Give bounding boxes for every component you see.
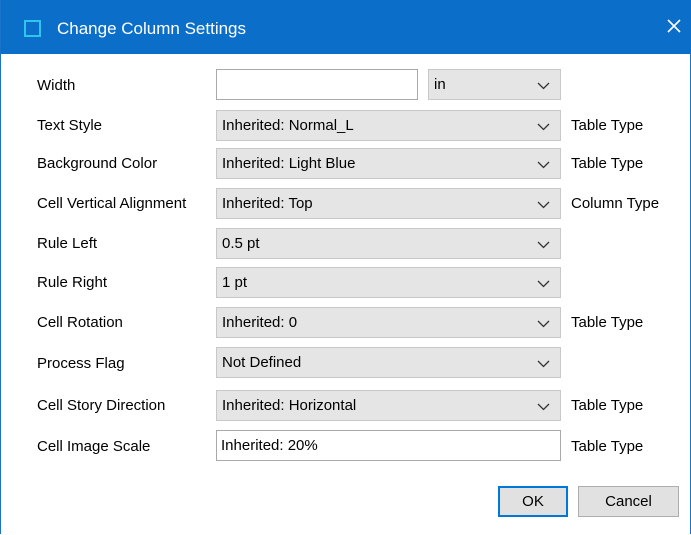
cancel-button[interactable]: Cancel [578, 486, 679, 517]
process-flag-label: Process Flag [37, 355, 125, 372]
cell-rotation-source: Table Type [571, 314, 644, 331]
background-color-label: Background Color [37, 155, 158, 172]
width-unit-value: in [434, 76, 446, 93]
dialog-title: Change Column Settings [57, 19, 247, 38]
text-style-select[interactable]: Inherited: Normal_L [216, 110, 561, 141]
chevron-down-icon [537, 403, 550, 411]
chevron-down-icon [537, 82, 550, 90]
rule-left-label: Rule Left [37, 235, 98, 252]
rule-left-value: 0.5 pt [222, 235, 260, 252]
cell-story-direction-select[interactable]: Inherited: Horizontal [216, 390, 561, 421]
width-input[interactable] [216, 69, 418, 100]
width-unit-select[interactable]: in [428, 69, 561, 100]
chevron-down-icon [537, 161, 550, 169]
cell-image-scale-input[interactable]: Inherited: 20% [216, 430, 561, 461]
close-button[interactable] [662, 14, 686, 38]
text-style-label: Text Style [37, 117, 103, 134]
chevron-down-icon [537, 280, 550, 288]
text-style-value: Inherited: Normal_L [222, 117, 354, 134]
cell-rotation-value: Inherited: 0 [222, 314, 298, 331]
rule-right-select[interactable]: 1 pt [216, 267, 561, 298]
background-color-select[interactable]: Inherited: Light Blue [216, 148, 561, 179]
chevron-down-icon [537, 123, 550, 131]
text-style-source: Table Type [571, 117, 644, 134]
background-color-source: Table Type [571, 155, 644, 172]
chevron-down-icon [537, 241, 550, 249]
cell-vertical-alignment-select[interactable]: Inherited: Top [216, 188, 561, 219]
dialog-window: Change Column Settings Width in Text Sty… [0, 0, 691, 534]
cell-image-scale-source: Table Type [571, 438, 644, 455]
cell-rotation-label: Cell Rotation [37, 314, 123, 331]
process-flag-value: Not Defined [222, 354, 302, 371]
cell-image-scale-label: Cell Image Scale [37, 438, 151, 455]
width-label: Width [37, 77, 76, 94]
close-icon [667, 19, 681, 33]
process-flag-select[interactable]: Not Defined [216, 347, 561, 378]
background-color-value: Inherited: Light Blue [222, 155, 356, 172]
cell-vertical-alignment-value: Inherited: Top [222, 195, 313, 212]
rule-left-select[interactable]: 0.5 pt [216, 228, 561, 259]
title-bar[interactable]: Change Column Settings [1, 0, 691, 54]
cell-image-scale-value: Inherited: 20% [221, 437, 318, 454]
cell-rotation-select[interactable]: Inherited: 0 [216, 307, 561, 338]
cell-story-direction-label: Cell Story Direction [37, 397, 166, 414]
chevron-down-icon [537, 201, 550, 209]
cell-story-direction-source: Table Type [571, 397, 644, 414]
ok-button[interactable]: OK [498, 486, 568, 517]
rule-right-label: Rule Right [37, 274, 108, 291]
rule-right-value: 1 pt [222, 274, 248, 291]
cell-vertical-alignment-label: Cell Vertical Alignment [37, 195, 187, 212]
cell-vertical-alignment-source: Column Type [571, 195, 660, 212]
chevron-down-icon [537, 360, 550, 368]
cell-story-direction-value: Inherited: Horizontal [222, 397, 357, 414]
chevron-down-icon [537, 320, 550, 328]
window-icon [24, 20, 41, 37]
